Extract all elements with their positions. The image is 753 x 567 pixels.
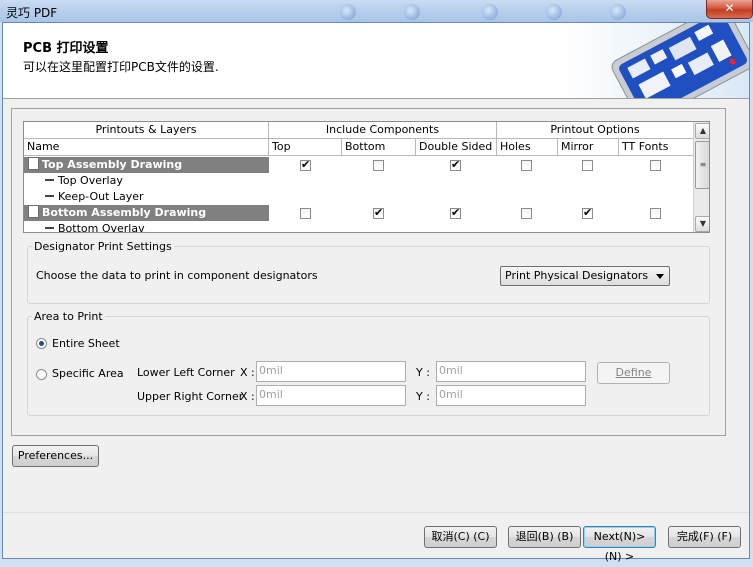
lower-left-y-label: Y :	[416, 366, 430, 379]
lower-left-x-input[interactable]: 0mil	[256, 361, 406, 382]
table-row[interactable]: Bottom Assembly Drawing ✔ ✔ ✔	[24, 205, 694, 221]
grip-icon: ≡	[699, 160, 707, 169]
layer-name-cell[interactable]: Top Overlay	[24, 173, 123, 189]
table-row[interactable]: Bottom Overlav	[24, 221, 694, 232]
radio-dot-icon	[39, 341, 44, 346]
lower-left-y-input[interactable]: 0mil	[436, 361, 586, 382]
layer-name-cell[interactable]: Keep-Out Layer	[24, 189, 144, 205]
document-icon	[28, 205, 39, 218]
decor-orb	[482, 4, 498, 20]
check-icon: ✔	[301, 158, 311, 171]
define-button[interactable]: Define	[597, 362, 670, 384]
designator-dropdown[interactable]: Print Physical Designators	[500, 266, 670, 286]
column-header-bottom[interactable]: Bottom	[342, 139, 416, 156]
column-header-top[interactable]: Top	[269, 139, 342, 156]
page-title: PCB 打印设置	[23, 41, 109, 56]
lower-left-label: Lower Left Corner	[137, 366, 235, 379]
upper-right-x-label: X :	[240, 390, 255, 403]
table-row[interactable]: Top Assembly Drawing ✔ ✔	[24, 157, 694, 173]
column-header-tt-fonts[interactable]: TT Fonts	[619, 139, 694, 156]
column-header-double-sided[interactable]: Double Sided	[416, 139, 497, 156]
group-header-options: Printout Options	[497, 122, 694, 139]
chevron-down-icon	[656, 274, 664, 279]
checkbox-bottom[interactable]: ✔	[373, 206, 384, 219]
designator-group-title: Designator Print Settings	[32, 240, 174, 253]
printout-name-cell[interactable]: Bottom Assembly Drawing	[24, 205, 269, 221]
upper-right-label: Upper Right Corner	[137, 390, 244, 403]
grid-scrollbar[interactable]: ▲ ≡ ▼	[693, 122, 709, 232]
decor-orb	[546, 4, 562, 20]
printout-name-cell[interactable]: Top Assembly Drawing	[24, 157, 269, 173]
decor-orb	[340, 4, 356, 20]
arrow-down-icon: ▼	[699, 219, 707, 228]
radio-specific-area-label[interactable]: Specific Area	[52, 367, 124, 380]
upper-right-y-label: Y :	[416, 390, 430, 403]
checkbox-tt-fonts[interactable]	[650, 160, 661, 171]
upper-right-x-input[interactable]: 0mil	[256, 385, 406, 406]
check-icon: ✔	[451, 206, 461, 219]
column-header-mirror[interactable]: Mirror	[558, 139, 619, 156]
designator-label: Choose the data to print in component de…	[36, 269, 318, 282]
radio-specific-area[interactable]	[36, 369, 47, 380]
footer-divider	[3, 512, 749, 513]
scroll-thumb[interactable]: ≡	[695, 141, 709, 189]
preferences-button[interactable]: Preferences...	[12, 445, 99, 467]
scroll-down-button[interactable]: ▼	[695, 216, 709, 232]
layer-name-cell[interactable]: Bottom Overlav	[24, 221, 145, 232]
title-bar: 灵巧 PDF	[0, 0, 753, 22]
layer-icon	[45, 179, 54, 181]
layer-icon	[45, 227, 54, 229]
checkbox-bottom[interactable]	[373, 160, 384, 171]
checkbox-mirror[interactable]: ✔	[582, 206, 593, 219]
lower-left-x-label: X :	[240, 366, 255, 379]
checkbox-top[interactable]: ✔	[300, 158, 311, 171]
decor-orb	[610, 4, 626, 20]
radio-entire-sheet[interactable]	[36, 338, 47, 349]
check-icon: ✔	[374, 206, 384, 219]
decor-orb	[404, 4, 420, 20]
window-title: 灵巧 PDF	[6, 6, 58, 20]
cancel-button[interactable]: 取消(C) (C)	[424, 526, 497, 548]
upper-right-y-input[interactable]: 0mil	[436, 385, 586, 406]
checkbox-double-sided[interactable]: ✔	[450, 206, 461, 219]
document-icon	[28, 157, 39, 170]
next-button[interactable]: Next(N)> (N) >	[583, 526, 656, 563]
close-button[interactable]: ✕	[706, 0, 753, 19]
page-subtitle: 可以在这里配置打印PCB文件的设置.	[23, 60, 219, 74]
printouts-grid: Printouts & Layers Include Components Pr…	[23, 121, 710, 233]
checkbox-holes[interactable]	[521, 160, 532, 171]
check-icon: ✔	[583, 206, 593, 219]
layer-icon	[45, 195, 54, 197]
checkbox-holes[interactable]	[521, 208, 532, 219]
group-header-components: Include Components	[269, 122, 497, 139]
checkbox-tt-fonts[interactable]	[650, 208, 661, 219]
checkbox-top[interactable]	[300, 208, 311, 219]
column-header-holes[interactable]: Holes	[497, 139, 558, 156]
scroll-up-button[interactable]: ▲	[695, 123, 709, 139]
back-button[interactable]: 退回(B) (B)	[508, 526, 581, 548]
wizard-header: PCB 打印设置 可以在这里配置打印PCB文件的设置.	[3, 23, 749, 99]
column-header-name[interactable]: Name	[24, 139, 269, 156]
table-row[interactable]: Top Overlay	[24, 173, 694, 189]
finish-button[interactable]: 完成(F) (F)	[668, 526, 741, 548]
designator-selected: Print Physical Designators	[505, 269, 649, 282]
area-group-title: Area to Print	[32, 310, 105, 323]
arrow-up-icon: ▲	[699, 126, 707, 135]
pcb-board-icon	[563, 23, 749, 98]
check-icon: ✔	[451, 158, 461, 171]
checkbox-mirror[interactable]	[582, 160, 593, 171]
radio-entire-sheet-label[interactable]: Entire Sheet	[52, 337, 120, 350]
close-icon: ✕	[724, 1, 735, 15]
checkbox-double-sided[interactable]: ✔	[450, 158, 461, 171]
group-header-printouts: Printouts & Layers	[24, 122, 269, 139]
table-row[interactable]: Keep-Out Layer	[24, 189, 694, 205]
